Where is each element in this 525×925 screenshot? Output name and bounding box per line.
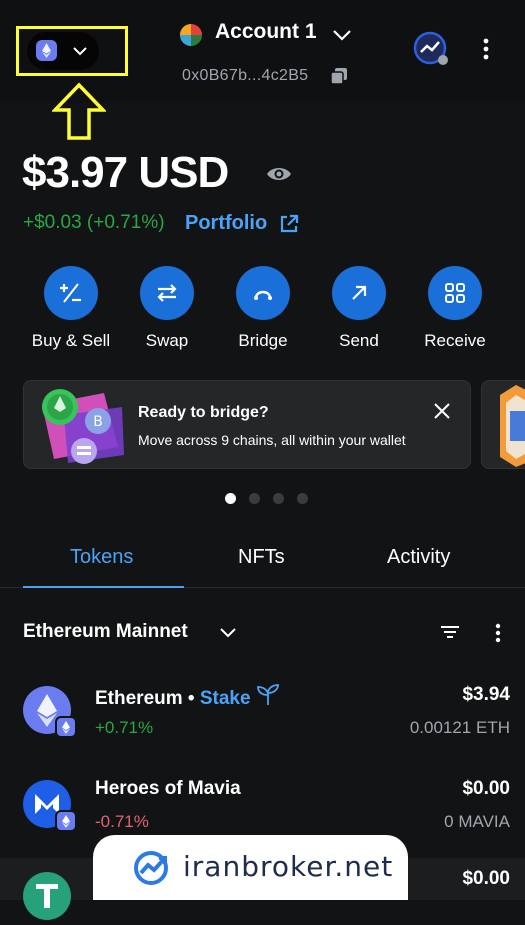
tab-tokens[interactable]: Tokens bbox=[70, 546, 133, 569]
notification-activity-icon[interactable] bbox=[413, 31, 449, 67]
account-chevron-down-icon[interactable] bbox=[331, 24, 353, 46]
account-address[interactable]: 0x0B67b...4c2B5 bbox=[182, 67, 308, 85]
stake-link[interactable]: Stake bbox=[200, 688, 251, 709]
carousel-dot[interactable] bbox=[297, 493, 308, 504]
ethereum-network-badge-icon bbox=[55, 716, 77, 738]
carousel-dot-active[interactable] bbox=[225, 493, 236, 504]
total-balance: $3.97 USD bbox=[22, 148, 229, 197]
more-options-icon[interactable] bbox=[483, 38, 489, 60]
swap-arrows-icon bbox=[157, 284, 177, 302]
bridge-coins-illustration: B bbox=[42, 389, 124, 464]
bridge-button[interactable]: Bridge bbox=[215, 266, 311, 351]
watermark-logo-icon bbox=[134, 851, 168, 885]
account-avatar[interactable] bbox=[180, 24, 202, 46]
active-tab-indicator bbox=[23, 586, 184, 588]
qr-code-icon bbox=[445, 283, 465, 303]
annotation-highlight-box bbox=[16, 26, 128, 76]
chevron-down-icon[interactable] bbox=[218, 624, 238, 642]
token-change: -0.71% bbox=[95, 812, 149, 831]
tether-logo-icon bbox=[23, 872, 71, 920]
tab-nfts[interactable]: NFTs bbox=[238, 546, 285, 569]
token-fiat-value: $3.94 bbox=[462, 684, 510, 705]
portfolio-link[interactable]: Portfolio bbox=[185, 212, 267, 235]
sprout-icon[interactable] bbox=[256, 684, 280, 706]
annotation-arrow-up-icon bbox=[52, 82, 106, 140]
sort-filter-icon[interactable] bbox=[440, 624, 460, 640]
external-link-icon[interactable] bbox=[278, 213, 300, 235]
close-icon[interactable] bbox=[432, 401, 452, 421]
arrow-up-right-icon bbox=[352, 285, 367, 300]
banner-subtitle: Move across 9 chains, all within your wa… bbox=[138, 432, 406, 448]
token-amount: 0.00121 ETH bbox=[409, 718, 510, 737]
swap-button[interactable]: Swap bbox=[119, 266, 215, 351]
token-fiat-value: $0.00 bbox=[462, 868, 510, 889]
copy-icon[interactable] bbox=[330, 67, 348, 85]
balance-change: +$0.03 (+0.71%) bbox=[23, 212, 165, 233]
tab-activity[interactable]: Activity bbox=[387, 546, 450, 569]
token-name: Ethereum bbox=[95, 688, 183, 709]
send-button[interactable]: Send bbox=[311, 266, 407, 351]
promo-illustration bbox=[500, 385, 525, 467]
plus-minus-icon bbox=[60, 283, 81, 303]
token-fiat-value: $0.00 bbox=[462, 778, 510, 799]
token-change: +0.71% bbox=[95, 718, 154, 737]
carousel-dot[interactable] bbox=[273, 493, 284, 504]
account-name[interactable]: Account 1 bbox=[215, 20, 317, 44]
buy-sell-button[interactable]: Buy & Sell bbox=[23, 266, 119, 351]
eye-icon[interactable] bbox=[265, 163, 293, 185]
watermark-text: iranbroker.net bbox=[183, 850, 394, 883]
token-name: Heroes of Mavia bbox=[95, 778, 241, 799]
watermark-overlay: iranbroker.net bbox=[93, 835, 408, 900]
token-amount: 0 MAVIA bbox=[444, 812, 510, 831]
ethereum-network-badge-icon bbox=[55, 810, 77, 832]
more-options-icon[interactable] bbox=[495, 623, 501, 643]
bridge-icon bbox=[254, 290, 272, 300]
svg-text:B: B bbox=[93, 414, 103, 430]
banner-title: Ready to bridge? bbox=[138, 404, 269, 421]
network-filter-dropdown[interactable]: Ethereum Mainnet bbox=[23, 621, 188, 643]
token-row-ethereum[interactable]: Ethereum • Stake +0.71% $3.94 0.00121 ET… bbox=[0, 682, 525, 774]
carousel-dot[interactable] bbox=[249, 493, 260, 504]
receive-button[interactable]: Receive bbox=[407, 266, 503, 351]
bridge-promo-card[interactable]: B Ready to bridge? Move across 9 chains,… bbox=[23, 380, 471, 469]
next-promo-card[interactable] bbox=[481, 380, 525, 469]
